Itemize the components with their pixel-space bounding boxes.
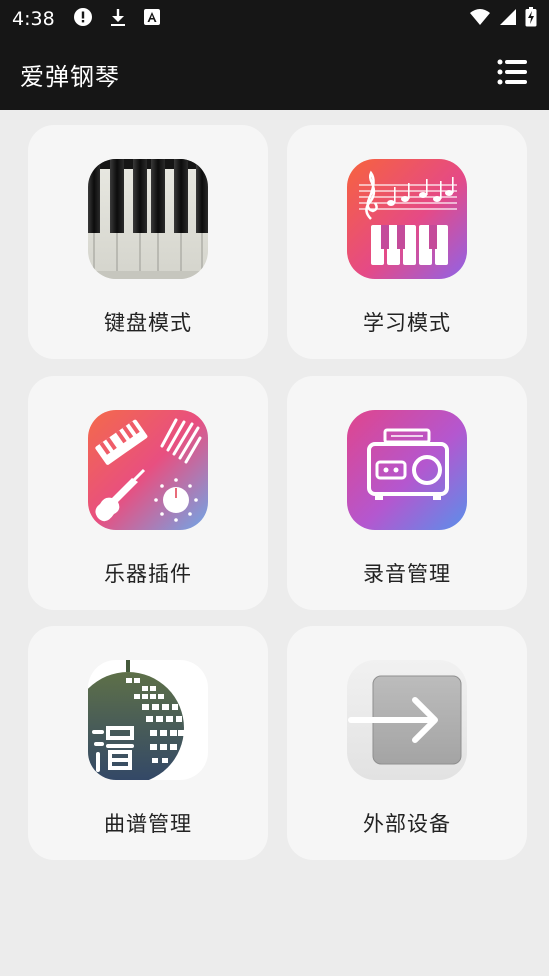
- wifi-icon: [469, 8, 491, 30]
- battery-icon: [525, 7, 537, 31]
- status-time: 4:38: [12, 8, 55, 30]
- music-learning-icon: [347, 159, 467, 279]
- card-label: 外部设备: [363, 812, 451, 836]
- recording-management-card[interactable]: 录音管理: [287, 376, 527, 610]
- piano-keyboard-icon: [88, 159, 208, 279]
- keyboard-mode-card[interactable]: 键盘模式: [28, 125, 268, 359]
- radio-recorder-icon: [347, 410, 467, 530]
- instrument-plugin-icon: [88, 410, 208, 530]
- external-arrow-icon: [347, 660, 467, 780]
- card-label: 键盘模式: [104, 311, 192, 335]
- mode-grid: 键盘模式 学习模式 乐器插件 录音管理 曲谱管理 外部设备: [0, 110, 549, 976]
- instrument-plugin-card[interactable]: 乐器插件: [28, 376, 268, 610]
- card-label: 乐器插件: [104, 562, 192, 586]
- signal-icon: [499, 8, 517, 30]
- app-bar: 爱弹钢琴: [0, 38, 549, 110]
- card-label: 录音管理: [363, 562, 451, 586]
- menu-button[interactable]: [495, 57, 529, 91]
- list-menu-icon: [497, 59, 527, 89]
- card-label: 学习模式: [363, 311, 451, 335]
- sheet-music-globe-icon: [88, 660, 208, 780]
- alert-icon: [73, 7, 93, 31]
- app-title: 爱弹钢琴: [20, 62, 120, 91]
- download-icon: [109, 7, 127, 31]
- score-management-card[interactable]: 曲谱管理: [28, 626, 268, 860]
- status-right-icons: [469, 7, 537, 31]
- learning-mode-card[interactable]: 学习模式: [287, 125, 527, 359]
- status-bar: 4:38: [0, 0, 549, 38]
- card-label: 曲谱管理: [104, 812, 192, 836]
- status-left-icons: [73, 7, 161, 31]
- font-icon: [143, 8, 161, 30]
- external-devices-card[interactable]: 外部设备: [287, 626, 527, 860]
